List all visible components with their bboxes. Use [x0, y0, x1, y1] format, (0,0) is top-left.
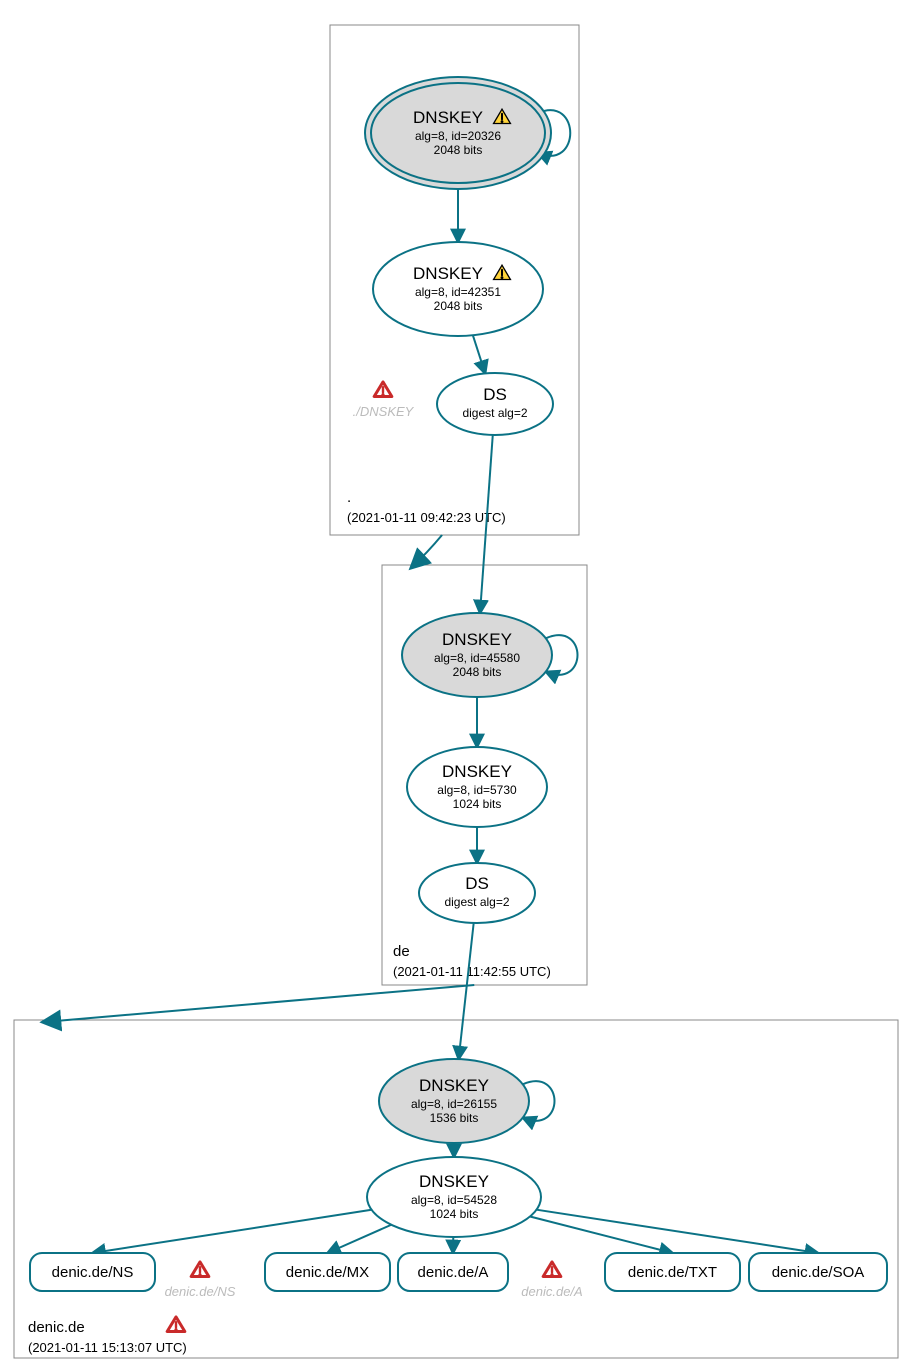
delegation-arrow [44, 985, 474, 1022]
node-detail: alg=8, id=54528 [411, 1193, 497, 1207]
rrset-label: denic.de/SOA [772, 1264, 865, 1281]
node-detail: digest alg=2 [444, 895, 509, 909]
node-detail: 1536 bits [430, 1111, 479, 1125]
node-root_ds: DS digest alg=2 [437, 373, 553, 435]
rrset-ns: denic.de/NS [30, 1253, 155, 1291]
phantom-denic_zone [167, 1317, 185, 1332]
node-title: DNSKEY [419, 1076, 489, 1095]
node-de_ksk: DNSKEY alg=8, id=455802048 bits [402, 613, 552, 697]
node-de_ds: DS digest alg=2 [419, 863, 535, 923]
phantom-label: denic.de/NS [165, 1284, 236, 1299]
node-title: DNSKEY [413, 108, 483, 127]
node-title: DNSKEY [413, 264, 483, 283]
rrset-mx: denic.de/MX [265, 1253, 390, 1291]
rrset-label: denic.de/TXT [628, 1264, 717, 1281]
node-detail: alg=8, id=45580 [434, 651, 520, 665]
node-title: DNSKEY [442, 762, 512, 781]
zone-name-de: de [393, 943, 410, 960]
rrsig-edge [537, 1210, 818, 1253]
node-denic_zsk: DNSKEY alg=8, id=545281024 bits [367, 1157, 541, 1237]
node-detail: alg=8, id=26155 [411, 1097, 497, 1111]
node-title: DS [465, 874, 489, 893]
node-root_zsk: DNSKEY alg=8, id=423512048 bits [373, 242, 543, 336]
phantom-label: denic.de/A [521, 1284, 582, 1299]
node-detail: 2048 bits [434, 299, 483, 313]
rrset-label: denic.de/MX [286, 1264, 369, 1281]
node-title: DNSKEY [419, 1172, 489, 1191]
phantom-denic_a: denic.de/A [521, 1262, 582, 1299]
phantom-root_dnskey: ./DNSKEY [353, 382, 415, 419]
rrset-txt: denic.de/TXT [605, 1253, 740, 1291]
node-detail: alg=8, id=5730 [437, 783, 517, 797]
rrsig-edge [93, 1210, 372, 1253]
node-detail: 2048 bits [453, 665, 502, 679]
zone-name-root: . [347, 489, 351, 506]
phantom-denic_ns: denic.de/NS [165, 1262, 236, 1299]
zone-timestamp-de: (2021-01-11 11:42:55 UTC) [393, 964, 551, 979]
node-detail: alg=8, id=42351 [415, 285, 501, 299]
rrsig-edge [530, 1216, 673, 1253]
node-detail: 1024 bits [430, 1207, 479, 1221]
phantom-label: ./DNSKEY [353, 404, 415, 419]
zone-timestamp-denic: (2021-01-11 15:13:07 UTC) [28, 1340, 187, 1355]
node-detail: digest alg=2 [462, 406, 527, 420]
node-title: DNSKEY [442, 630, 512, 649]
node-detail: 2048 bits [434, 143, 483, 157]
node-de_zsk: DNSKEY alg=8, id=57301024 bits [407, 747, 547, 827]
node-detail: alg=8, id=20326 [415, 129, 501, 143]
node-denic_ksk: DNSKEY alg=8, id=261551536 bits [379, 1059, 529, 1143]
rrset-label: denic.de/A [418, 1264, 489, 1281]
node-root_ksk: DNSKEY alg=8, id=203262048 bits [365, 77, 551, 189]
node-title: DS [483, 385, 507, 404]
zone-name-denic: denic.de [28, 1319, 85, 1336]
rrset-soa: denic.de/SOA [749, 1253, 887, 1291]
zone-timestamp-root: (2021-01-11 09:42:23 UTC) [347, 510, 506, 525]
sign-edge [473, 335, 485, 373]
rrsig-edge [328, 1225, 392, 1253]
delegation-arrow [412, 535, 442, 567]
rrset-a: denic.de/A [398, 1253, 508, 1291]
rrset-label: denic.de/NS [52, 1264, 134, 1281]
dnssec-diagram: . (2021-01-11 09:42:23 UTC) de (2021-01-11 … [0, 0, 911, 1362]
node-detail: 1024 bits [453, 797, 502, 811]
sign-edge [459, 923, 474, 1059]
